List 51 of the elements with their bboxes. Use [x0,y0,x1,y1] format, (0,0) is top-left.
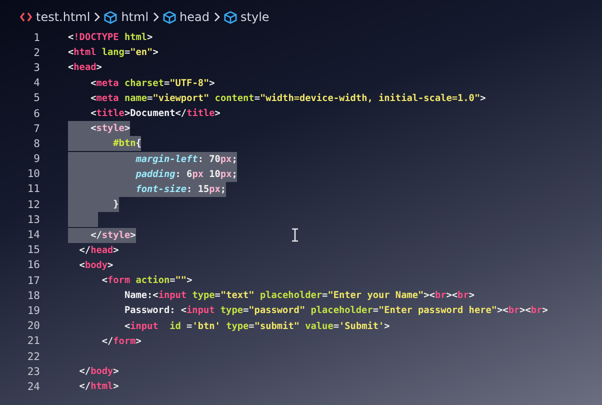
breadcrumb-item[interactable]: test.html [36,10,90,24]
code-line: <head> [68,61,102,76]
cube-icon [224,10,237,24]
line-number: 14 [26,229,41,242]
code-line: </head> [78,244,119,258]
line-number: 5 [32,92,41,104]
code-line: <form action=""> [100,274,192,288]
line-number: 6 [32,108,41,120]
line-number: 11 [26,183,41,196]
line-number: 9 [32,153,41,166]
line-number: 22 [26,350,41,363]
code-line: <meta name="viewport" content="width=device-width, initial-scale=1.0"> [90,92,486,106]
line-number: 1 [32,32,41,44]
line-number: 10 [26,168,41,180]
code-line: <!DOCTYPE html> [68,31,153,46]
code-line: <meta charset="UTF-8"> [90,76,215,91]
code-line: <body> [78,258,114,273]
chevron-icon [214,12,220,22]
line-number: 24 [26,380,41,393]
line-number: 2 [32,46,41,59]
code-file-icon [20,12,32,22]
line-number: 12 [26,198,41,211]
line-number: 3 [32,62,41,74]
line-number: 13 [26,214,41,226]
cube-icon [162,10,176,24]
breadcrumb-item[interactable]: html [121,10,149,24]
cube-icon [104,10,118,24]
line-number: 23 [26,366,41,378]
line-number: 20 [26,320,41,332]
line-number: 7 [32,122,41,135]
text-cursor-icon [291,228,299,242]
code-line: Password: <input type="password" placeholder="Enter password here"><br><br> [123,304,548,318]
code-line: </html> [78,380,119,394]
code-line: Name:<input type="text" placeholder="Enter your Name"><br><br> [123,289,474,304]
code-line: <html lang="en"> [68,46,158,60]
code-line: <input id ='btn' type="submit" value='Submit'> [123,320,390,334]
chevron-icon [94,12,100,22]
code-line: <title>Document</title> [90,107,220,122]
line-number: 18 [26,290,41,302]
line-number: 19 [26,304,41,317]
line-number: 15 [26,244,41,256]
line-number: 8 [32,138,41,150]
chevron-icon [152,12,159,22]
line-number: 21 [26,335,41,348]
code-line: </form> [100,334,142,349]
line-number: 17 [26,274,41,287]
line-number: 4 [32,77,41,90]
line-number: 16 [26,259,41,272]
breadcrumb-item[interactable]: style [240,10,270,24]
code-line: </body> [78,365,119,380]
breadcrumb-item[interactable]: head [180,10,210,24]
